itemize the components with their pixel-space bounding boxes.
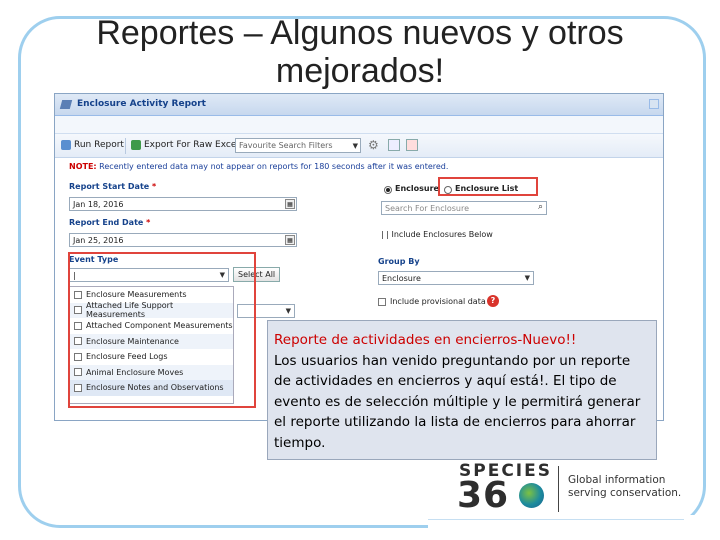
enclosure-list-highlight [438, 177, 538, 196]
required-mark: * [152, 182, 157, 191]
end-date-value: Jan 25, 2016 [73, 236, 124, 245]
event-type-highlight [68, 252, 256, 408]
note-text: Recently entered data may not appear on … [99, 162, 449, 171]
end-date-field[interactable]: Jan 25, 2016 ▦ [69, 233, 297, 247]
favourite-filters-placeholder: Favourite Search Filters [239, 141, 333, 150]
toolbar: Run Report Export For Raw Excel Favourit… [55, 134, 663, 158]
report-icon [59, 100, 73, 109]
callout-title: Reporte de actividades en encierros-Nuev… [274, 332, 577, 348]
logo-tagline: Global information serving conservation. [568, 474, 681, 500]
callout-box: Reporte de actividades en encierros-Nuev… [267, 320, 657, 460]
globe-icon [519, 483, 544, 508]
slide-title: Reportes – Algunos nuevos y otros mejora… [40, 14, 680, 90]
run-report-button[interactable]: Run Report [61, 140, 124, 150]
search-icon[interactable]: ⌕ [538, 202, 543, 212]
note-label: NOTE: [69, 162, 97, 171]
run-report-label: Run Report [74, 140, 124, 150]
start-date-field[interactable]: Jan 18, 2016 ▦ [69, 197, 297, 211]
logo-number: 36 [457, 475, 510, 516]
slide-title-line1: Reportes – Algunos nuevos y otros [96, 14, 624, 52]
callout-body: Los usuarios han venido preguntando por … [274, 352, 641, 451]
toolbar-separator [125, 138, 126, 154]
window-title: Enclosure Activity Report [77, 99, 206, 109]
favourite-filters-select[interactable]: Favourite Search Filters ▼ [235, 138, 361, 153]
start-date-label: Report Start Date * [69, 182, 156, 191]
group-by-value: Enclosure [382, 274, 421, 283]
note-message: NOTE: Recently entered data may not appe… [69, 162, 448, 171]
help-icon[interactable]: ? [487, 295, 499, 307]
logo-tagline-line2: serving conservation. [568, 487, 682, 499]
start-date-label-text: Report Start Date [69, 182, 150, 191]
toolbar-spacer [55, 116, 663, 134]
include-enclosures-text: | | Include Enclosures Below [381, 230, 493, 239]
search-enclosure-input[interactable]: Search For Enclosure ⌕ [381, 201, 547, 215]
logo-divider [558, 466, 559, 512]
excel-icon [131, 140, 141, 150]
enclosure-radio[interactable] [384, 186, 392, 194]
required-mark: * [146, 218, 151, 227]
group-by-select[interactable]: Enclosure ▼ [378, 271, 534, 285]
window-tool-button[interactable] [649, 99, 659, 109]
run-icon [61, 140, 71, 150]
chevron-down-icon: ▼ [352, 142, 358, 150]
export-raw-label: Export For Raw Excel [144, 140, 239, 150]
save-filter-icon[interactable] [388, 139, 400, 151]
group-by-label: Group By [378, 257, 420, 266]
calendar-icon[interactable]: ▦ [285, 199, 295, 209]
enclosure-radio-label: Enclosure [395, 184, 439, 193]
frame-bottom-line [428, 519, 684, 520]
search-enclosure-placeholder: Search For Enclosure [385, 204, 469, 213]
species360-logo: SPECIES 36 Global information serving co… [455, 458, 685, 518]
provisional-checkbox[interactable] [378, 298, 386, 306]
end-date-label-text: Report End Date [69, 218, 144, 227]
gear-icon[interactable]: ⚙ [368, 138, 379, 152]
calendar-icon[interactable]: ▦ [285, 235, 295, 245]
end-date-label: Report End Date * [69, 218, 150, 227]
logo-tagline-line1: Global information [568, 474, 666, 486]
delete-filter-icon[interactable] [406, 139, 418, 151]
export-raw-button[interactable]: Export For Raw Excel [131, 140, 239, 150]
window-titlebar: Enclosure Activity Report [55, 94, 663, 116]
chevron-down-icon: ▼ [285, 307, 291, 315]
slide-title-line2: mejorados! [275, 52, 445, 90]
chevron-down-icon: ▼ [524, 274, 530, 282]
start-date-value: Jan 18, 2016 [73, 200, 124, 209]
provisional-label: Include provisional data [390, 297, 486, 306]
